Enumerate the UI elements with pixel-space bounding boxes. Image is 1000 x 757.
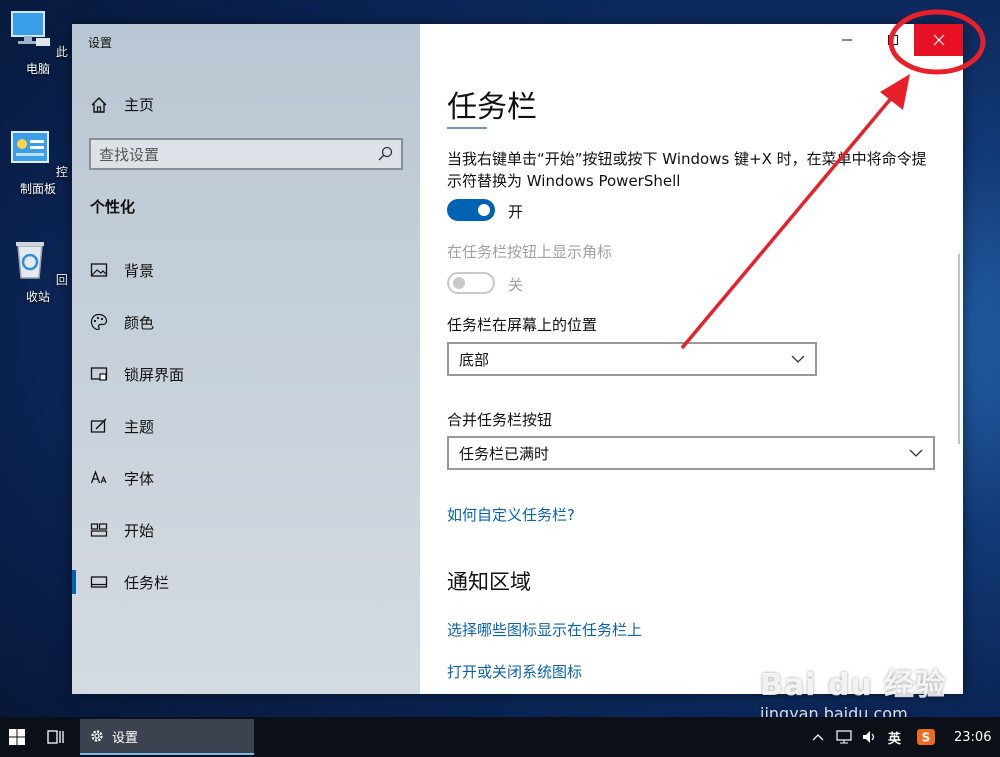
- svg-text:S: S: [922, 731, 931, 745]
- powershell-toggle[interactable]: [447, 199, 495, 221]
- customize-taskbar-link[interactable]: 如何自定义任务栏?: [447, 504, 575, 525]
- sidebar-item-themes[interactable]: 主题: [72, 406, 420, 446]
- watermark-brand: Bai du 经验: [760, 668, 947, 703]
- toggle-knob: [478, 204, 490, 216]
- sidebar-item-label: 字体: [124, 469, 155, 488]
- window-title: 设置: [88, 36, 113, 50]
- home-icon: [91, 96, 107, 113]
- gear-icon: [91, 730, 103, 742]
- sidebar-item-lock-screen[interactable]: 锁屏界面: [72, 354, 420, 394]
- chevron-down-icon: [909, 449, 923, 457]
- sidebar-item-taskbar[interactable]: 任务栏: [72, 562, 420, 602]
- chevron-up-icon: [812, 734, 824, 741]
- nav-section-title: 个性化: [90, 198, 136, 216]
- recycle-bin-icon: [16, 242, 45, 279]
- position-label: 任务栏在屏幕上的位置: [447, 316, 598, 334]
- scrollbar[interactable]: [958, 254, 960, 444]
- maximize-icon: [888, 35, 898, 45]
- ime-indicator[interactable]: 英: [888, 717, 901, 757]
- computer-icon: [11, 11, 51, 46]
- sidebar-item-label: 背景: [124, 261, 155, 280]
- sidebar-item-fonts[interactable]: 字体: [72, 458, 420, 498]
- desktop-icon-this-pc[interactable]: 此电脑: [6, 8, 70, 77]
- title-underline: [447, 127, 487, 129]
- sidebar-item-label: 颜色: [124, 313, 155, 332]
- notification-area-heading: 通知区域: [447, 570, 531, 594]
- sogou-input-icon: S: [917, 729, 935, 745]
- badges-toggle-state: 关: [508, 276, 524, 294]
- settings-nav-pane: 设置 主页 查找设置 个性化 背景 颜色 锁屏界面 主题 字体 开始 任务栏: [72, 24, 420, 694]
- search-icon: [378, 146, 393, 161]
- position-dropdown[interactable]: 底部: [447, 342, 817, 376]
- close-button[interactable]: [914, 24, 963, 56]
- sidebar-item-background[interactable]: 背景: [72, 250, 420, 290]
- clock[interactable]: 23:06: [954, 717, 991, 757]
- search-placeholder: 查找设置: [99, 145, 160, 164]
- network-icon: [836, 730, 852, 744]
- font-icon: [90, 470, 107, 484]
- input-method-button[interactable]: S: [916, 717, 936, 757]
- search-input[interactable]: 查找设置: [89, 138, 403, 170]
- select-icons-link[interactable]: 选择哪些图标显示在任务栏上: [447, 619, 642, 640]
- system-icons-link[interactable]: 打开或关闭系统图标: [447, 661, 582, 682]
- combine-label: 合并任务栏按钮: [447, 411, 553, 429]
- chevron-down-icon: [791, 355, 805, 363]
- taskbar-app-settings[interactable]: 设置: [80, 719, 254, 755]
- start-button[interactable]: [0, 717, 34, 757]
- toggle-knob: [453, 277, 465, 289]
- desktop-icon-recycle-bin[interactable]: 回收站: [6, 236, 70, 305]
- taskbar-icon: [90, 576, 108, 588]
- volume-button[interactable]: [862, 717, 878, 757]
- sidebar-item-start[interactable]: 开始: [72, 510, 420, 550]
- minimize-button[interactable]: [824, 24, 870, 56]
- sidebar-item-label: 主题: [124, 417, 155, 436]
- network-button[interactable]: [836, 717, 852, 757]
- windows-logo-icon: [9, 729, 25, 745]
- task-view-icon: [47, 730, 64, 744]
- badges-setting-label: 在任务栏按钮上显示角标: [447, 243, 613, 261]
- nav-home-item[interactable]: 主页: [90, 94, 154, 115]
- minimize-icon: [842, 39, 852, 41]
- taskbar-app-label: 设置: [112, 730, 139, 746]
- theme-icon: [90, 418, 107, 433]
- palette-icon: [90, 313, 108, 331]
- watermark: Bai du 经验 jingyan.baidu.com: [760, 660, 960, 723]
- control-panel-icon: [11, 131, 50, 163]
- start-icon: [90, 523, 108, 537]
- close-icon: [933, 34, 944, 46]
- desktop-icon-control-panel[interactable]: 控制面板: [6, 128, 70, 197]
- combine-dropdown-value: 任务栏已满时: [459, 444, 550, 463]
- lock-screen-icon: [90, 367, 108, 381]
- sidebar-item-label: 任务栏: [124, 573, 170, 592]
- powershell-setting-label: 当我右键单击“开始”按钮或按下 Windows 键+X 时，在菜单中将命令提示符…: [447, 150, 927, 190]
- volume-icon: [863, 731, 875, 743]
- badges-toggle[interactable]: [447, 272, 495, 294]
- settings-content-pane: 任务栏 当我右键单击“开始”按钮或按下 Windows 键+X 时，在菜单中将命…: [420, 24, 963, 694]
- picture-icon: [90, 263, 108, 277]
- task-view-button[interactable]: [36, 717, 76, 757]
- sidebar-item-label: 锁屏界面: [124, 365, 185, 384]
- sidebar-item-colors[interactable]: 颜色: [72, 302, 420, 342]
- settings-window: 设置 主页 查找设置 个性化 背景 颜色 锁屏界面 主题 字体 开始 任务栏 任…: [72, 24, 963, 694]
- combine-dropdown[interactable]: 任务栏已满时: [447, 436, 935, 470]
- maximize-button[interactable]: [870, 24, 916, 56]
- tray-overflow-button[interactable]: [812, 717, 824, 757]
- taskbar: 设置 英 S 23:06: [0, 717, 1000, 757]
- page-title: 任务栏: [447, 90, 537, 125]
- powershell-toggle-state: 开: [508, 203, 524, 221]
- sidebar-item-label: 开始: [124, 521, 155, 540]
- position-dropdown-value: 底部: [459, 350, 490, 369]
- nav-home-label: 主页: [124, 96, 155, 114]
